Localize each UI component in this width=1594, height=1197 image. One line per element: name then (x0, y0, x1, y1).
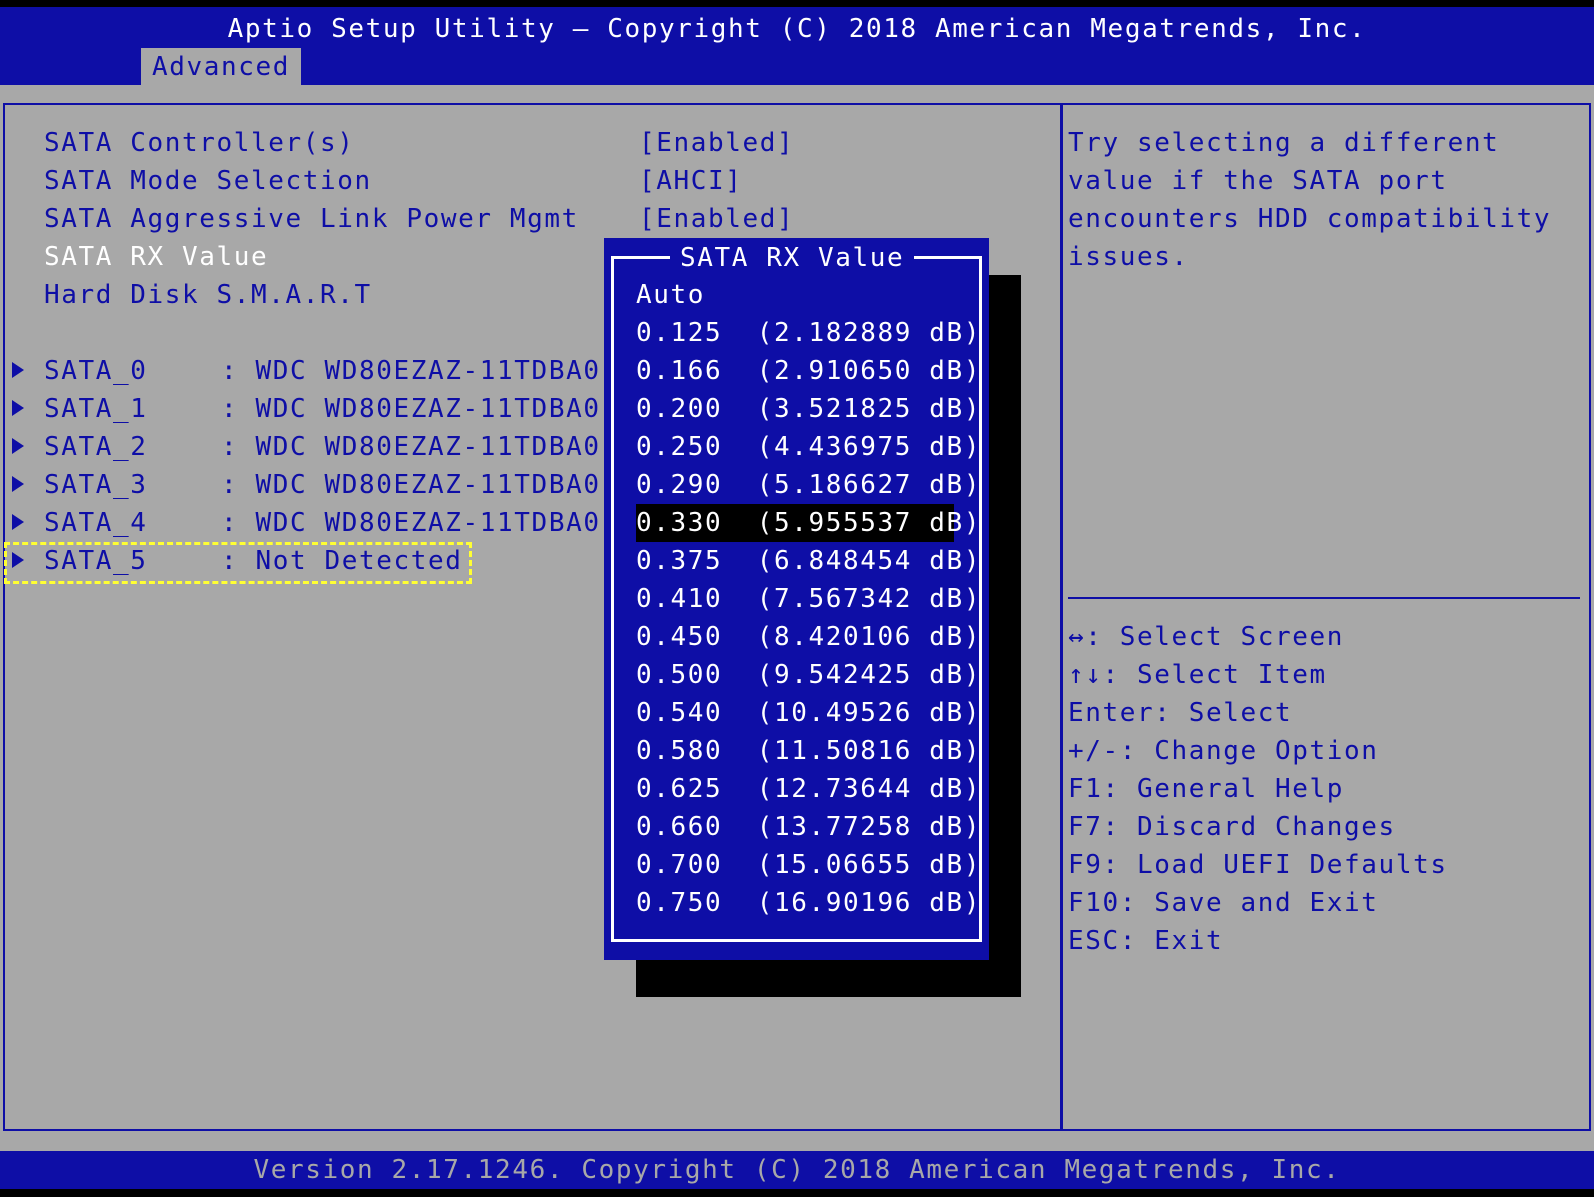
setting-label-sata-rx-value[interactable]: SATA RX Value (44, 238, 268, 276)
popup-option-selected[interactable]: 0.330 (5.955537 dB) (636, 504, 979, 542)
popup-option[interactable]: 0.375 (6.848454 dB) (636, 542, 981, 580)
help-text-line: encounters HDD compatibility (1068, 204, 1552, 234)
popup-option[interactable]: 0.750 (16.90196 dB) (636, 884, 981, 922)
version-text: Version 2.17.1246. Copyright (C) 2018 Am… (253, 1155, 1341, 1185)
popup-option[interactable]: 0.250 (4.436975 dB) (636, 428, 981, 466)
popup-option[interactable]: 0.500 (9.542425 dB) (636, 656, 981, 694)
port-name-sata-2[interactable]: SATA_2 (44, 428, 148, 466)
key-select-item: ↑↓: Select Item (1068, 660, 1327, 690)
port-name-sata-0[interactable]: SATA_0 (44, 352, 148, 390)
key-load-defaults: F9: Load UEFI Defaults (1068, 850, 1448, 880)
popup-option[interactable]: 0.200 (3.521825 dB) (636, 390, 981, 428)
port-device-sata-0[interactable]: : WDC WD80EZAZ-11TDBA0 (221, 352, 601, 390)
help-divider (1068, 597, 1580, 599)
submenu-arrow-icon (12, 476, 24, 492)
key-change-option: +/-: Change Option (1068, 736, 1379, 766)
popup-option[interactable]: 0.125 (2.182889 dB) (636, 314, 981, 352)
key-select-screen: ↔: Select Screen (1068, 622, 1345, 652)
port-device-sata-4[interactable]: : WDC WD80EZAZ-11TDBA0 (221, 504, 601, 542)
highlight-annotation-box (4, 542, 472, 584)
popup-option[interactable]: 0.625 (12.73644 dB) (636, 770, 981, 808)
popup-option[interactable]: 0.660 (13.77258 dB) (636, 808, 981, 846)
popup-option[interactable]: 0.580 (11.50816 dB) (636, 732, 981, 770)
port-device-sata-1[interactable]: : WDC WD80EZAZ-11TDBA0 (221, 390, 601, 428)
app-title: Aptio Setup Utility – Copyright (C) 2018… (227, 14, 1367, 44)
submenu-arrow-icon (12, 514, 24, 530)
popup-option[interactable]: 0.450 (8.420106 dB) (636, 618, 981, 656)
setting-value-sata-controllers[interactable]: [Enabled] (639, 124, 794, 162)
submenu-arrow-icon (12, 438, 24, 454)
submenu-arrow-icon (12, 400, 24, 416)
setting-label-sata-mode[interactable]: SATA Mode Selection (44, 162, 372, 200)
popup-option[interactable]: 0.700 (15.06655 dB) (636, 846, 981, 884)
key-enter-select: Enter: Select (1068, 698, 1293, 728)
setting-label-sata-alpm[interactable]: SATA Aggressive Link Power Mgmt (44, 200, 579, 238)
key-general-help: F1: General Help (1068, 774, 1345, 804)
help-text-line: issues. (1068, 242, 1189, 272)
port-name-sata-1[interactable]: SATA_1 (44, 390, 148, 428)
port-name-sata-3[interactable]: SATA_3 (44, 466, 148, 504)
key-save-exit: F10: Save and Exit (1068, 888, 1379, 918)
popup-option[interactable]: Auto (636, 276, 705, 314)
port-device-sata-2[interactable]: : WDC WD80EZAZ-11TDBA0 (221, 428, 601, 466)
popup-option[interactable]: 0.290 (5.186627 dB) (636, 466, 981, 504)
key-esc-exit: ESC: Exit (1068, 926, 1224, 956)
port-device-sata-3[interactable]: : WDC WD80EZAZ-11TDBA0 (221, 466, 601, 504)
popup-option[interactable]: 0.410 (7.567342 dB) (636, 580, 981, 618)
tab-advanced[interactable]: Advanced (141, 48, 301, 86)
popup-option[interactable]: 0.540 (10.49526 dB) (636, 694, 981, 732)
help-text-line: value if the SATA port (1068, 166, 1448, 196)
port-name-sata-4[interactable]: SATA_4 (44, 504, 148, 542)
popup-title: SATA RX Value (670, 239, 915, 277)
help-text-line: Try selecting a different (1068, 128, 1500, 158)
key-discard-changes: F7: Discard Changes (1068, 812, 1396, 842)
setting-value-sata-alpm[interactable]: [Enabled] (639, 200, 794, 238)
submenu-arrow-icon (12, 362, 24, 378)
setting-label-sata-controllers[interactable]: SATA Controller(s) (44, 124, 355, 162)
setting-value-sata-mode[interactable]: [AHCI] (639, 162, 743, 200)
setting-label-hdd-smart[interactable]: Hard Disk S.M.A.R.T (44, 276, 372, 314)
popup-option[interactable]: 0.166 (2.910650 dB) (636, 352, 981, 390)
